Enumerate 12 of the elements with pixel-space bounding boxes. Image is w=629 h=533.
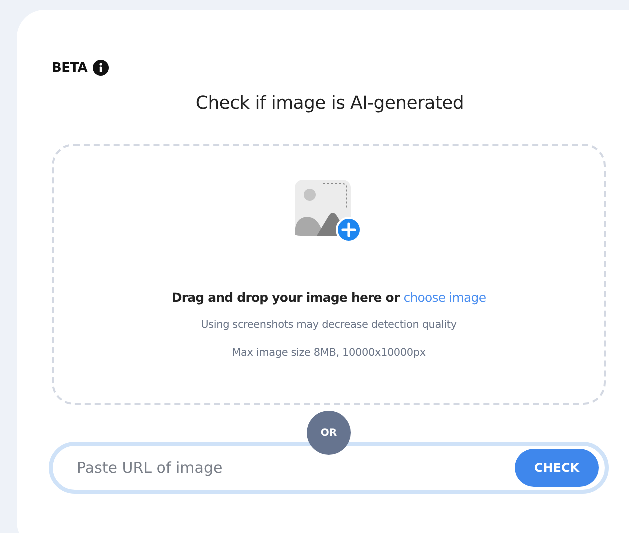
drop-instruction: Drag and drop your image here or choose image [172, 290, 486, 305]
size-limit-note: Max image size 8MB, 10000x10000px [232, 347, 426, 359]
info-icon[interactable] [92, 60, 109, 76]
add-image-icon [295, 180, 363, 244]
dropzone[interactable]: Drag and drop your image here or choose image Using screenshots may decrease detection quality Max image size 8MB, 10000x10000px [52, 144, 606, 405]
choose-image-link[interactable]: choose image [404, 290, 486, 305]
beta-label: BETA [52, 60, 88, 76]
page-title: Check if image is AI-generated [194, 93, 466, 114]
check-button[interactable]: CHECK [515, 449, 599, 487]
or-badge: OR [307, 411, 351, 455]
url-input-field[interactable]: Paste URL of image CHECK [49, 442, 609, 494]
quality-note: Using screenshots may decrease detection quality [201, 319, 457, 331]
